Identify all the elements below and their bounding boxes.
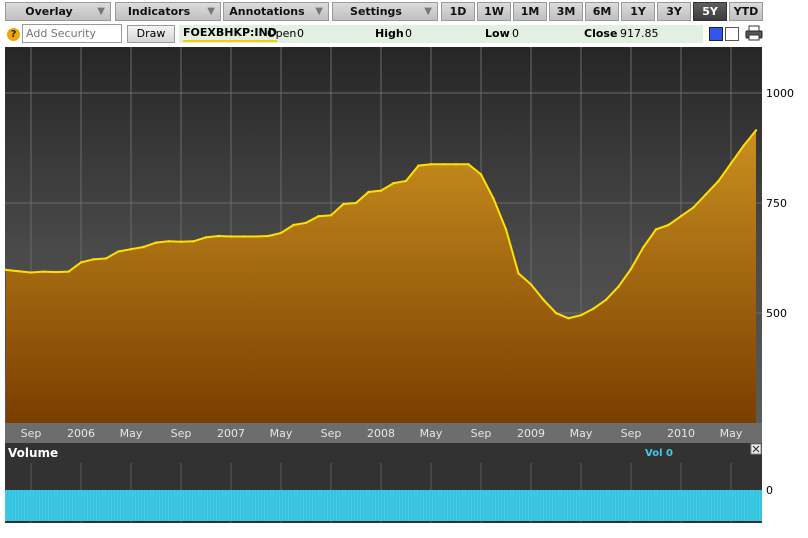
x-tick-label: Sep (321, 427, 342, 440)
print-icon[interactable] (745, 25, 763, 41)
color-swatch-white[interactable] (725, 27, 739, 41)
x-tick-label: Sep (21, 427, 42, 440)
x-tick-label: 2006 (67, 427, 95, 440)
chevron-down-icon: ▼ (315, 6, 323, 17)
high-value: 0 (405, 27, 412, 40)
y-tick-label: 750 (766, 197, 787, 210)
close-label: Close (584, 27, 618, 40)
close-value: 917.85 (620, 27, 659, 40)
range-1y-button[interactable]: 1Y (621, 2, 655, 21)
x-tick-label: 2008 (367, 427, 395, 440)
draw-button[interactable]: Draw (127, 25, 175, 43)
volume-legend: Vol 0 (645, 448, 673, 459)
x-tick-label: May (570, 427, 593, 440)
open-label: Open (267, 27, 297, 40)
x-tick-label: Sep (471, 427, 492, 440)
settings-menu[interactable]: Settings ▼ (332, 2, 438, 21)
add-security-input[interactable] (22, 24, 122, 43)
overlay-menu[interactable]: Overlay ▼ (5, 2, 111, 21)
x-tick-label: May (720, 427, 743, 440)
indicators-label: Indicators (127, 5, 191, 18)
settings-label: Settings (350, 5, 402, 18)
low-label: Low (485, 27, 510, 40)
range-ytd-button[interactable]: YTD (729, 2, 763, 21)
range-1m-button[interactable]: 1M (513, 2, 547, 21)
x-tick-label: Sep (621, 427, 642, 440)
x-tick-label: 2009 (517, 427, 545, 440)
volume-bars (5, 490, 762, 521)
range-6m-button[interactable]: 6M (585, 2, 619, 21)
x-tick-label: May (420, 427, 443, 440)
chevron-down-icon: ▼ (97, 6, 105, 17)
volume-title: Volume (8, 446, 58, 460)
open-value: 0 (297, 27, 304, 40)
annotations-label: Annotations (229, 5, 305, 18)
indicators-menu[interactable]: Indicators ▼ (115, 2, 221, 21)
x-tick-label: May (120, 427, 143, 440)
x-tick-label: 2007 (217, 427, 245, 440)
high-label: High (375, 27, 404, 40)
y-tick-label: 1000 (766, 87, 794, 100)
close-icon[interactable] (750, 443, 762, 455)
overlay-label: Overlay (25, 5, 73, 18)
x-tick-label: 2010 (667, 427, 695, 440)
chevron-down-icon: ▼ (424, 6, 432, 17)
x-tick-label: Sep (171, 427, 192, 440)
x-tick-label: May (270, 427, 293, 440)
range-1w-button[interactable]: 1W (477, 2, 511, 21)
y-tick-label: 500 (766, 307, 787, 320)
range-3y-button[interactable]: 3Y (657, 2, 691, 21)
range-5y-button[interactable]: 5Y (693, 2, 727, 21)
help-icon[interactable]: ? (7, 28, 20, 41)
quote-strip: FOEXBHKP:IND Open 0 High 0 Low 0 Close 9… (179, 25, 703, 43)
volume-panel: Volume Vol 0 0 (5, 443, 773, 523)
chevron-down-icon: ▼ (207, 6, 215, 17)
low-value: 0 (512, 27, 519, 40)
range-1d-button[interactable]: 1D (441, 2, 475, 21)
volume-axis-label: 0 (766, 484, 773, 497)
toolbar: Overlay ▼ Indicators ▼ Annotations ▼ Set… (0, 0, 808, 22)
range-3m-button[interactable]: 3M (549, 2, 583, 21)
annotations-menu[interactable]: Annotations ▼ (223, 2, 329, 21)
ticker-symbol: FOEXBHKP:IND (183, 26, 277, 42)
color-swatch-blue[interactable] (709, 27, 723, 41)
price-chart: Sep 2006 May Sep 2007 May Sep 2008 May Sep 2009 May… (4, 47, 794, 443)
